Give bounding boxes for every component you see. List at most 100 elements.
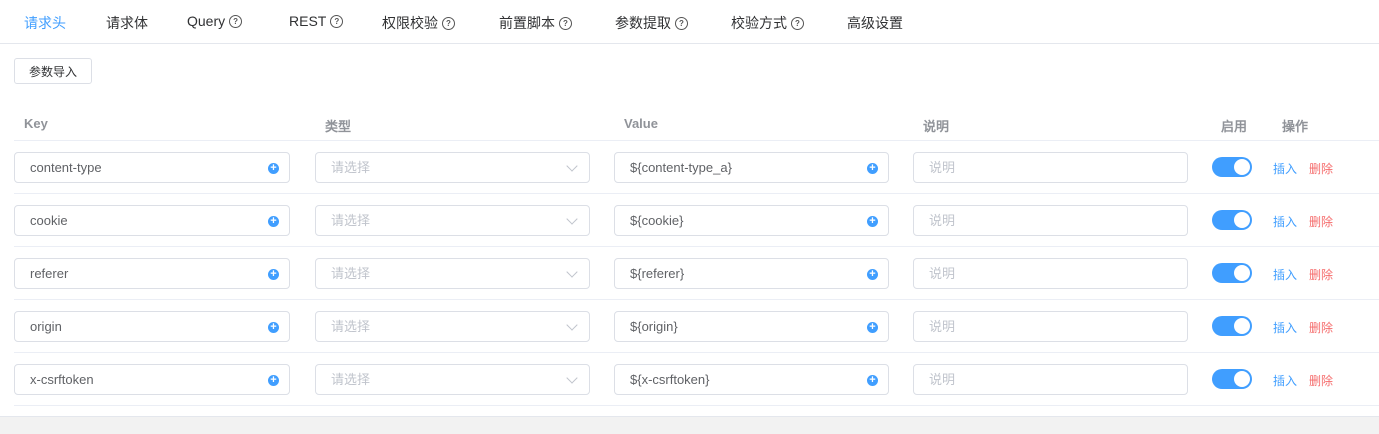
type-select[interactable]: 请选择 [315,311,590,342]
question-circle-icon[interactable]: ? [442,16,455,30]
insert-link[interactable]: 插入 [1273,266,1297,283]
add-variable-icon[interactable]: + [867,269,878,280]
enabled-toggle[interactable] [1212,157,1252,177]
insert-link[interactable]: 插入 [1273,213,1297,230]
enabled-toggle[interactable] [1212,369,1252,389]
description-placeholder: 说明 [929,266,956,281]
tab-label: 校验方式 [731,15,787,31]
value-input[interactable]: ${content-type_a} + [614,152,889,183]
row-divider [14,193,1379,194]
question-circle-icon[interactable]: ? [559,16,572,30]
question-circle-icon[interactable]: ? [791,16,804,30]
tab-label: 请求体 [106,15,148,31]
type-placeholder: 请选择 [331,319,371,334]
description-input[interactable]: 说明 [913,258,1188,289]
key-input[interactable]: content-type + [14,152,290,183]
tab-auth-check[interactable]: 权限校验? [382,13,455,33]
chevron-down-icon [566,266,578,278]
type-placeholder: 请选择 [331,372,371,387]
type-select[interactable]: 请选择 [315,258,590,289]
tab-label: 参数提取 [615,15,671,31]
tab-request-body[interactable]: 请求体 [106,13,148,33]
type-placeholder: 请选择 [331,160,371,175]
type-placeholder: 请选择 [331,213,371,228]
toggle-knob [1234,265,1250,281]
value-text: ${cookie} [630,213,684,228]
key-value: referer [30,266,69,281]
tab-label: Query [187,13,226,29]
add-variable-icon[interactable]: + [867,322,878,333]
column-header-enabled: 启用 [1221,119,1248,134]
question-circle-icon[interactable]: ? [229,14,243,28]
value-input[interactable]: ${cookie} + [614,205,889,236]
add-variable-icon[interactable]: + [268,269,279,280]
enabled-toggle[interactable] [1212,263,1252,283]
toggle-knob [1234,371,1250,387]
row-divider [14,405,1379,406]
key-input[interactable]: x-csrftoken + [14,364,290,395]
delete-link[interactable]: 删除 [1309,372,1333,389]
tab-rest[interactable]: REST? [289,13,344,29]
tab-label: 前置脚本 [499,15,555,31]
value-input[interactable]: ${x-csrftoken} + [614,364,889,395]
insert-link[interactable]: 插入 [1273,160,1297,177]
chevron-down-icon [566,160,578,172]
tab-label: 权限校验 [382,15,438,31]
question-circle-icon[interactable]: ? [675,16,688,30]
description-input[interactable]: 说明 [913,205,1188,236]
tab-pre-script[interactable]: 前置脚本? [499,13,572,33]
question-circle-icon[interactable]: ? [330,14,344,28]
table-header-divider [14,140,1379,141]
type-placeholder: 请选择 [331,266,371,281]
add-variable-icon[interactable]: + [268,322,279,333]
tab-advanced[interactable]: 高级设置 [847,13,903,33]
value-text: ${x-csrftoken} [630,372,710,387]
insert-link[interactable]: 插入 [1273,319,1297,336]
insert-link[interactable]: 插入 [1273,372,1297,389]
enabled-toggle[interactable] [1212,316,1252,336]
description-input[interactable]: 说明 [913,311,1188,342]
tab-request-headers[interactable]: 请求头 [24,13,66,33]
toggle-knob [1234,318,1250,334]
toggle-knob [1234,212,1250,228]
key-input[interactable]: origin + [14,311,290,342]
delete-link[interactable]: 删除 [1309,213,1333,230]
key-input[interactable]: cookie + [14,205,290,236]
tab-label: 请求头 [24,15,66,31]
delete-link[interactable]: 删除 [1309,160,1333,177]
value-input[interactable]: ${origin} + [614,311,889,342]
value-text: ${referer} [630,266,685,281]
key-value: cookie [30,213,68,228]
value-input[interactable]: ${referer} + [614,258,889,289]
description-input[interactable]: 说明 [913,364,1188,395]
column-header-key: Key [24,116,48,131]
tab-bar: 请求头 请求体 Query? REST? 权限校验? 前置脚本? 参数提取? 校… [0,0,1379,44]
add-variable-icon[interactable]: + [867,216,878,227]
key-value: x-csrftoken [30,372,94,387]
add-variable-icon[interactable]: + [867,163,878,174]
type-select[interactable]: 请选择 [315,364,590,395]
chevron-down-icon [566,372,578,384]
tab-query[interactable]: Query? [187,13,243,29]
tab-validation[interactable]: 校验方式? [731,13,804,33]
key-value: content-type [30,160,102,175]
enabled-toggle[interactable] [1212,210,1252,230]
description-placeholder: 说明 [929,372,956,387]
key-value: origin [30,319,62,334]
type-select[interactable]: 请选择 [315,205,590,236]
tab-param-extract[interactable]: 参数提取? [615,13,688,33]
description-input[interactable]: 说明 [913,152,1188,183]
toggle-knob [1234,159,1250,175]
import-params-button[interactable]: 参数导入 [14,58,92,84]
delete-link[interactable]: 删除 [1309,266,1333,283]
add-variable-icon[interactable]: + [268,216,279,227]
description-placeholder: 说明 [929,160,956,175]
row-divider [14,352,1379,353]
add-variable-icon[interactable]: + [268,375,279,386]
column-header-value: Value [624,116,658,131]
key-input[interactable]: referer + [14,258,290,289]
type-select[interactable]: 请选择 [315,152,590,183]
delete-link[interactable]: 删除 [1309,319,1333,336]
add-variable-icon[interactable]: + [268,163,279,174]
add-variable-icon[interactable]: + [867,375,878,386]
